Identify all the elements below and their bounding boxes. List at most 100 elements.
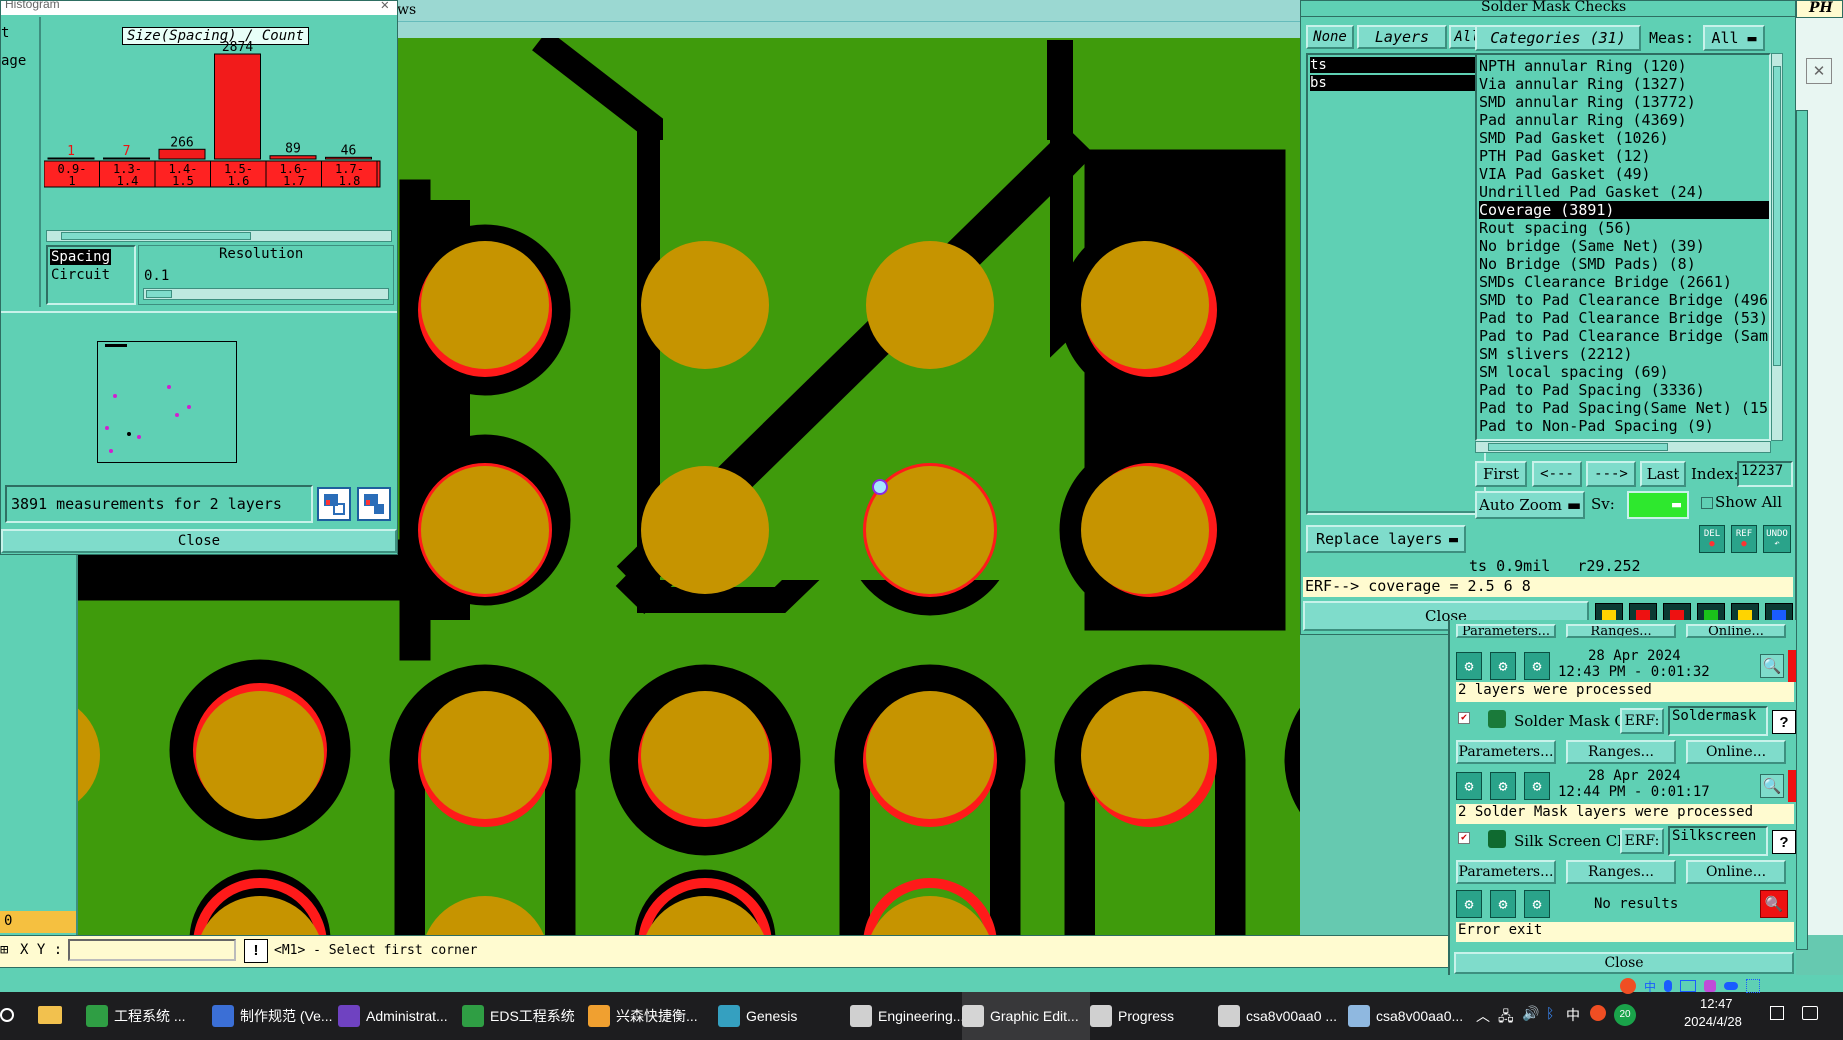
meas-dropdown[interactable]: All ▬ [1703, 25, 1765, 51]
close-icon[interactable]: ✕ [381, 1, 389, 13]
bluetooth-icon[interactable]: ᛒ [1546, 1006, 1554, 1022]
online-button[interactable]: Online... [1686, 860, 1786, 884]
parameters-button[interactable]: Parameters... [1456, 624, 1556, 638]
notification-icon[interactable] [1802, 1006, 1818, 1020]
category-item[interactable]: SMD annular Ring (13772) [1479, 93, 1769, 111]
info-button[interactable]: ! [244, 939, 268, 963]
undo-button[interactable]: UNDO ↶ [1763, 525, 1791, 553]
run-check-button[interactable]: ⚙ [1456, 772, 1482, 800]
category-item[interactable]: Coverage (3891) [1479, 201, 1769, 219]
run-check-button[interactable]: ⚙ [1524, 652, 1550, 680]
run-check-button[interactable]: ⚙ [1490, 772, 1516, 800]
zoom-result-button[interactable]: 🔍 [1760, 890, 1788, 918]
category-item[interactable]: No bridge (Same Net) (39) [1479, 237, 1769, 255]
replace-layers-button[interactable]: Replace layers ▬ [1306, 525, 1466, 553]
taskbar-item[interactable]: Engineering... [850, 992, 964, 1040]
category-item[interactable]: SMDs Clearance Bridge (2661) [1479, 273, 1769, 291]
categories-hscroll-thumb[interactable] [1488, 443, 1668, 451]
entry-checkbox[interactable]: ✔ [1458, 832, 1470, 844]
category-item[interactable]: Via annular Ring (1327) [1479, 75, 1769, 93]
sogou-icon[interactable] [1590, 1005, 1606, 1021]
search-icon[interactable] [0, 1008, 14, 1022]
taskbar-item[interactable]: Genesis [718, 992, 797, 1040]
run-check-button[interactable]: ⚙ [1490, 890, 1516, 918]
layer-item-bs[interactable]: bs [1310, 75, 1482, 91]
histogram-scroll-thumb[interactable] [61, 232, 251, 240]
taskbar-item[interactable]: 制作规范 (Ve... [212, 992, 333, 1040]
category-item[interactable]: Pad to Non-Pad Spacing (9) [1479, 417, 1769, 435]
chart-export-button[interactable] [317, 487, 351, 521]
parameters-button[interactable]: Parameters... [1456, 740, 1556, 764]
mode-selector[interactable]: Spacing Circuit [46, 245, 136, 305]
categories-header[interactable]: Categories (31) [1475, 25, 1641, 51]
online-button[interactable]: Online... [1686, 740, 1786, 764]
checklist-close-button[interactable]: Close [1454, 952, 1794, 974]
taskbar-item[interactable]: Progress [1090, 992, 1174, 1040]
run-check-button[interactable]: ⚙ [1524, 890, 1550, 918]
erf-button[interactable]: ERF: [1620, 708, 1664, 734]
histogram-bar[interactable] [214, 53, 261, 160]
zoom-result-button[interactable]: 🔍 [1760, 654, 1784, 678]
tab-layers[interactable]: Layers [1357, 25, 1447, 49]
network-icon[interactable]: 🖧 [1498, 1006, 1514, 1030]
tab-none[interactable]: None [1306, 25, 1354, 49]
ph-tab[interactable]: PH [1796, 0, 1843, 18]
auto-zoom-dropdown[interactable]: Auto Zoom ▬ [1475, 491, 1585, 519]
category-item[interactable]: Pad to Pad Spacing (3336) [1479, 381, 1769, 399]
parameters-button[interactable]: Parameters... [1456, 860, 1556, 884]
file-explorer-icon[interactable] [38, 1006, 62, 1024]
category-item[interactable]: SM local spacing (69) [1479, 363, 1769, 381]
mode-circuit[interactable]: Circuit [51, 267, 110, 283]
resolution-slider[interactable] [143, 288, 389, 300]
volume-icon[interactable]: 🔊 [1522, 1006, 1539, 1022]
del-button[interactable]: DEL ● [1699, 525, 1725, 553]
tray-badge[interactable]: 20 [1614, 1004, 1636, 1026]
prev-button[interactable]: <--- [1532, 461, 1582, 487]
category-item[interactable]: NPTH annular Ring (120) [1479, 57, 1769, 75]
ranges-button[interactable]: Ranges... [1566, 860, 1676, 884]
taskbar-item[interactable]: 工程系统 ... [86, 992, 186, 1040]
show-all-checkbox[interactable] [1701, 497, 1713, 509]
index-field[interactable]: 12237 [1737, 461, 1793, 487]
xy-input[interactable] [68, 939, 236, 961]
category-item[interactable]: Rout spacing (56) [1479, 219, 1769, 237]
categories-vscroll[interactable] [1771, 53, 1783, 441]
run-check-button[interactable]: ⚙ [1456, 890, 1482, 918]
ime-toolbar[interactable]: 中 [1620, 978, 1843, 994]
sv-color-dropdown[interactable]: ▬ [1627, 491, 1689, 519]
taskbar-item[interactable]: EDS工程系统 [462, 992, 575, 1040]
layer-item-ts[interactable]: ts [1310, 57, 1482, 73]
distribution-preview[interactable] [97, 341, 237, 463]
erf-button[interactable]: ERF: [1620, 828, 1664, 854]
categories-hscroll[interactable] [1475, 441, 1771, 453]
histogram-scrollbar[interactable] [46, 230, 392, 242]
entry-checkbox[interactable]: ✔ [1458, 712, 1470, 724]
ranges-button[interactable]: Ranges... [1566, 624, 1676, 638]
clock-date[interactable]: 2024/4/28 [1684, 1014, 1742, 1029]
last-button[interactable]: Last [1640, 461, 1686, 487]
erf-value-field[interactable]: Soldermask [1668, 706, 1768, 736]
first-button[interactable]: First [1475, 461, 1527, 487]
show-desktop-icon[interactable] [1770, 1006, 1784, 1020]
category-item[interactable]: Pad to Pad Spacing(Same Net) (155 [1479, 399, 1769, 417]
next-button[interactable]: ---> [1586, 461, 1636, 487]
ranges-button[interactable]: Ranges... [1566, 740, 1676, 764]
category-item[interactable]: Undrilled Pad Gasket (24) [1479, 183, 1769, 201]
run-check-button[interactable]: ⚙ [1524, 772, 1550, 800]
mode-spacing[interactable]: Spacing [50, 249, 112, 265]
categories-vscroll-thumb[interactable] [1773, 66, 1781, 366]
chevron-up-icon[interactable]: ︿ [1476, 1006, 1490, 1026]
category-item[interactable]: Pad annular Ring (4369) [1479, 111, 1769, 129]
input-method-icon[interactable]: 中 [1566, 1005, 1580, 1025]
category-item[interactable]: SMD to Pad Clearance Bridge (496) [1479, 291, 1769, 309]
categories-list[interactable]: NPTH annular Ring (120) Via annular Ring … [1475, 53, 1771, 441]
histogram-close-button[interactable]: Close [1, 529, 397, 553]
help-button[interactable]: ? [1772, 830, 1796, 854]
clock-time[interactable]: 12:47 [1700, 996, 1733, 1011]
zoom-result-button[interactable]: 🔍 [1760, 774, 1784, 798]
close-icon[interactable]: ✕ [1806, 58, 1832, 84]
run-check-button[interactable]: ⚙ [1456, 652, 1482, 680]
taskbar-item[interactable]: 兴森快捷衡... [588, 992, 698, 1040]
category-item[interactable]: SM slivers (2212) [1479, 345, 1769, 363]
online-button[interactable]: Online... [1686, 624, 1786, 638]
